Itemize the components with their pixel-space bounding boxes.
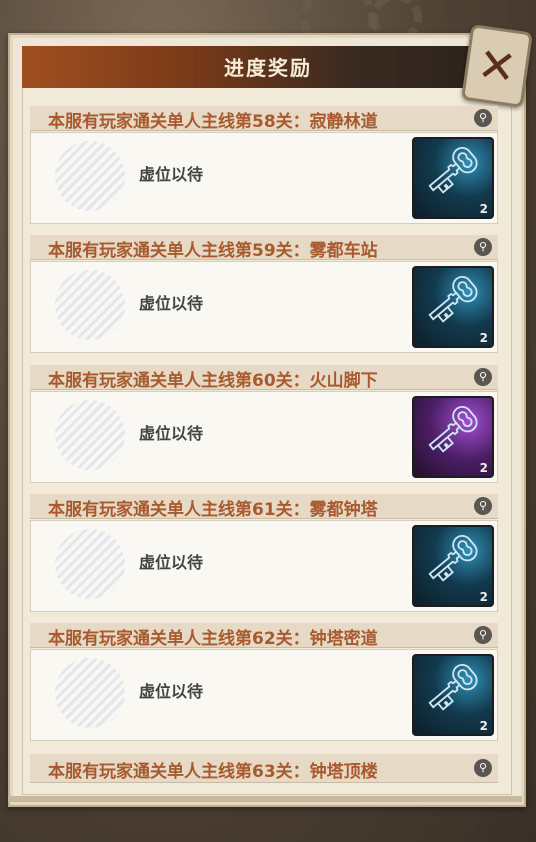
- status-text: 虚位以待: [139, 682, 204, 701]
- card-title-bar: 本服有玩家通关单人主线第62关：钟塔密道 ⚲: [30, 623, 498, 649]
- reward-title: 本服有玩家通关单人主线第60关：火山脚下: [48, 371, 378, 391]
- card-body: 虚位以待 🗝 2: [30, 261, 498, 353]
- avatar-placeholder: [55, 529, 125, 599]
- close-button[interactable]: ✕: [461, 24, 533, 108]
- reward-card: 本服有玩家通关单人主线第61关：雾都钟塔 ⚲ 虚位以待 🗝 2: [30, 494, 498, 612]
- item-count: 2: [479, 590, 488, 604]
- panel-bottom-edge: [8, 796, 522, 802]
- avatar-placeholder: [55, 270, 125, 340]
- status-text: 虚位以待: [139, 424, 204, 443]
- reward-title: 本服有玩家通关单人主线第63关：钟塔顶楼: [48, 762, 378, 782]
- magnifier-icon[interactable]: ⚲: [474, 109, 492, 127]
- key-icon: 🗝: [423, 272, 483, 326]
- reward-title: 本服有玩家通关单人主线第62关：钟塔密道: [48, 629, 378, 649]
- avatar-placeholder: [55, 141, 125, 211]
- item-count: 2: [479, 461, 488, 475]
- reward-card-partial: 本服有玩家通关单人主线第63关：钟塔顶楼 ⚲: [30, 754, 498, 786]
- reward-card: 本服有玩家通关单人主线第60关：火山脚下 ⚲ 虚位以待 🗝 2: [30, 365, 498, 483]
- card-body: 虚位以待 🗝 2: [30, 520, 498, 612]
- card-title-bar: 本服有玩家通关单人主线第63关：钟塔顶楼 ⚲: [30, 754, 498, 783]
- reward-title: 本服有玩家通关单人主线第58关：寂静林道: [48, 112, 378, 132]
- reward-item[interactable]: 🗝 2: [412, 396, 494, 478]
- key-icon: 🗝: [423, 402, 483, 456]
- reward-item[interactable]: 🗝 2: [412, 654, 494, 736]
- card-body: 虚位以待 🗝 2: [30, 132, 498, 224]
- card-title-bar: 本服有玩家通关单人主线第59关：雾都车站 ⚲: [30, 235, 498, 261]
- status-text: 虚位以待: [139, 294, 204, 313]
- item-count: 2: [479, 202, 488, 216]
- item-count: 2: [479, 719, 488, 733]
- reward-title: 本服有玩家通关单人主线第59关：雾都车站: [48, 241, 378, 261]
- key-icon: 🗝: [423, 531, 483, 585]
- magnifier-icon[interactable]: ⚲: [474, 759, 492, 777]
- card-title-bar: 本服有玩家通关单人主线第61关：雾都钟塔 ⚲: [30, 494, 498, 520]
- reward-card: 本服有玩家通关单人主线第59关：雾都车站 ⚲ 虚位以待 🗝 2: [30, 235, 498, 353]
- key-icon: 🗝: [423, 143, 483, 197]
- item-count: 2: [479, 331, 488, 345]
- page-title: 进度奖励: [224, 56, 312, 80]
- reward-item[interactable]: 🗝 2: [412, 137, 494, 219]
- reward-item[interactable]: 🗝 2: [412, 266, 494, 348]
- key-icon: 🗝: [423, 660, 483, 714]
- reward-card: 本服有玩家通关单人主线第58关：寂静林道 ⚲ 虚位以待 🗝 2: [30, 106, 498, 224]
- avatar-placeholder: [55, 658, 125, 728]
- reward-card: 本服有玩家通关单人主线第62关：钟塔密道 ⚲ 虚位以待 🗝 2: [30, 623, 498, 741]
- status-text: 虚位以待: [139, 553, 204, 572]
- reward-item[interactable]: 🗝 2: [412, 525, 494, 607]
- avatar-placeholder: [55, 400, 125, 470]
- card-body: 虚位以待 🗝 2: [30, 649, 498, 741]
- reward-title: 本服有玩家通关单人主线第61关：雾都钟塔: [48, 500, 378, 520]
- magnifier-icon[interactable]: ⚲: [474, 238, 492, 256]
- card-body: 虚位以待 🗝 2: [30, 391, 498, 483]
- status-text: 虚位以待: [139, 165, 204, 184]
- close-icon: ✕: [474, 36, 520, 96]
- magnifier-icon[interactable]: ⚲: [474, 497, 492, 515]
- magnifier-icon[interactable]: ⚲: [474, 626, 492, 644]
- card-title-bar: 本服有玩家通关单人主线第58关：寂静林道 ⚲: [30, 106, 498, 132]
- magnifier-icon[interactable]: ⚲: [474, 368, 492, 386]
- card-title-bar: 本服有玩家通关单人主线第60关：火山脚下 ⚲: [30, 365, 498, 391]
